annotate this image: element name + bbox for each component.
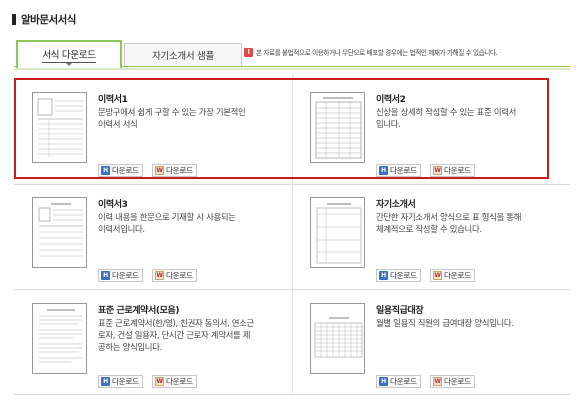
word-file-icon: W [433, 377, 442, 386]
tab-self-intro-sample[interactable]: 자기소개서 샘플 [124, 43, 242, 66]
labor-contract-doc-download-button[interactable]: W 다운로드 [152, 375, 197, 388]
row-divider [14, 394, 570, 395]
form-card-daily-wage-ledger: 일용직급대장 월별 일용직 직원의 급여대장 양식입니다. H 다운로드 W 다… [310, 303, 560, 389]
tab-form-download[interactable]: 서식 다운로드 [16, 40, 122, 68]
word-file-icon: W [155, 377, 164, 386]
form-card-resume-3: 이력서3 이력 내용을 한문으로 기재할 시 사용되는 이력서입니다. H 다운… [32, 197, 282, 283]
word-file-icon: W [433, 271, 442, 280]
description-line: 표준 근로계약서(한/영), 친권자 동의서, 연소근 [98, 318, 254, 328]
hwp-file-icon: H [101, 271, 110, 280]
hwp-file-icon: H [379, 271, 388, 280]
download-label: 다운로드 [166, 271, 193, 280]
row-divider [14, 184, 570, 185]
description-line: 체계적으로 작성할 수 있습니다. [376, 224, 482, 234]
download-label: 다운로드 [390, 377, 417, 386]
self-intro-title: 자기소개서 [376, 200, 416, 210]
document-preview-icon [316, 203, 362, 264]
legal-notice-text: 본 자료를 불법적으로 이용하거나 무단으로 배포할 경우에는 법적인 제재가 … [256, 49, 498, 57]
spreadsheet-preview-icon [314, 317, 363, 358]
labor-contract-description: 표준 근로계약서(한/영), 친권자 동의서, 연소근 로자, 건설 일용자, … [98, 317, 254, 353]
description-line: 이력서입니다. [98, 224, 145, 234]
description-line: 월별 일용직 직원의 급여대장 양식입니다. [376, 318, 514, 328]
warning-icon: ! [244, 47, 253, 57]
tab-form-download-label: 서식 다운로드 [42, 47, 96, 63]
document-preview-icon [39, 309, 82, 363]
daily-wage-ledger-description: 월별 일용직 직원의 급여대장 양식입니다. [376, 317, 514, 329]
resume-3-title: 이력서3 [98, 200, 128, 210]
description-line: 간단한 자기소개서 양식으로 표 형식을 통해 [376, 212, 522, 222]
word-file-icon: W [155, 271, 164, 280]
labor-contract-title: 표준 근로계약서(모음) [98, 306, 180, 316]
daily-wage-ledger-hwp-download-button[interactable]: H 다운로드 [376, 375, 421, 388]
self-intro-description: 간단한 자기소개서 양식으로 표 형식을 통해 체계적으로 작성할 수 있습니다… [376, 211, 521, 235]
tab-self-intro-sample-label: 자기소개서 샘플 [152, 51, 214, 62]
hwp-file-icon: H [101, 377, 110, 386]
self-intro-hwp-download-button[interactable]: H 다운로드 [376, 269, 421, 282]
legal-notice: ! 본 자료를 불법적으로 이용하거나 무단으로 배포할 경우에는 법적인 제재… [244, 45, 498, 59]
labor-contract-hwp-download-button[interactable]: H 다운로드 [98, 375, 143, 388]
title-bar-marker [12, 13, 16, 25]
resume-3-thumbnail[interactable] [32, 197, 87, 268]
description-line: 공하는 양식입니다. [98, 342, 162, 352]
download-label: 다운로드 [112, 271, 139, 280]
active-tab-indicator-icon [66, 63, 72, 66]
daily-wage-ledger-thumbnail[interactable] [310, 303, 365, 374]
labor-contract-thumbnail[interactable] [32, 303, 87, 374]
download-label: 다운로드 [444, 377, 471, 386]
resume-3-description: 이력 내용을 한문으로 기재할 시 사용되는 이력서입니다. [98, 211, 236, 235]
download-label: 다운로드 [112, 377, 139, 386]
page-title-text: 알바문서서식 [21, 13, 76, 26]
hwp-file-icon: H [379, 377, 388, 386]
description-line: 이력 내용을 한문으로 기재할 시 사용되는 [98, 212, 236, 222]
resume-3-doc-download-button[interactable]: W 다운로드 [152, 269, 197, 282]
download-label: 다운로드 [444, 271, 471, 280]
download-label: 다운로드 [166, 377, 193, 386]
self-intro-thumbnail[interactable] [310, 197, 365, 268]
form-card-labor-contract: 표준 근로계약서(모음) 표준 근로계약서(한/영), 친권자 동의서, 연소근… [32, 303, 287, 389]
highlight-box [14, 78, 549, 179]
daily-wage-ledger-doc-download-button[interactable]: W 다운로드 [430, 375, 475, 388]
daily-wage-ledger-title: 일용직급대장 [376, 306, 424, 316]
description-line: 로자, 건설 일용자, 단시간 근로자 계약서를 제 [98, 330, 251, 340]
resume-3-hwp-download-button[interactable]: H 다운로드 [98, 269, 143, 282]
page-title: 알바문서서식 [12, 12, 76, 26]
document-preview-icon [38, 203, 83, 257]
download-label: 다운로드 [390, 271, 417, 280]
self-intro-doc-download-button[interactable]: W 다운로드 [430, 269, 475, 282]
row-divider [14, 289, 570, 290]
form-card-self-intro: 자기소개서 간단한 자기소개서 양식으로 표 형식을 통해 체계적으로 작성할 … [310, 197, 560, 283]
